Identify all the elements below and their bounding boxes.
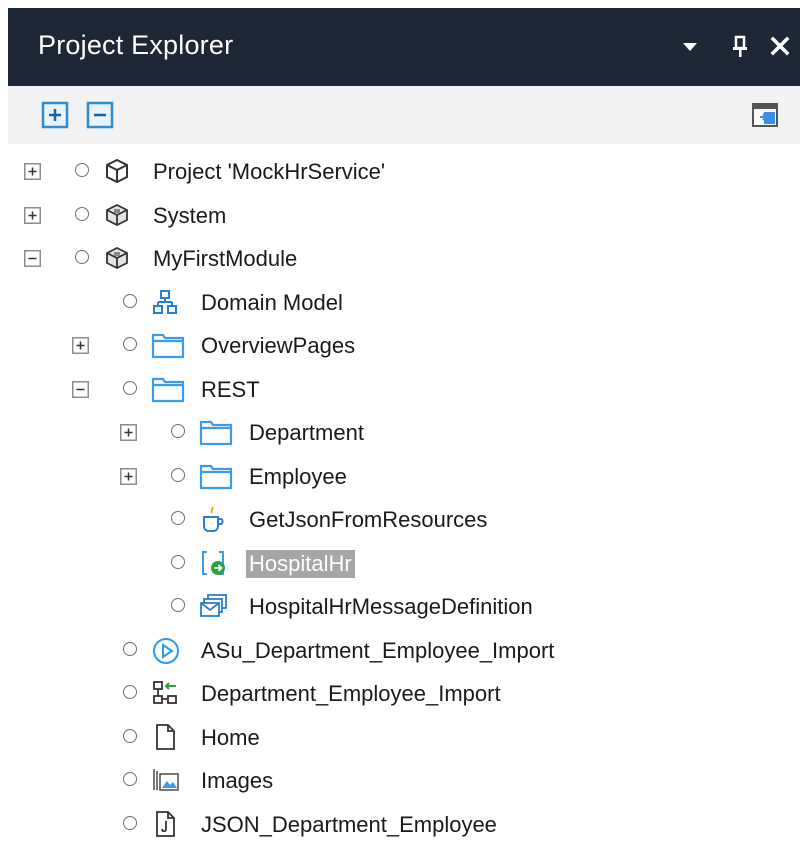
- tree-item-label[interactable]: REST: [198, 376, 263, 404]
- images-icon: [151, 766, 179, 794]
- tree-item-label[interactable]: Project 'MockHrService': [150, 158, 388, 186]
- radio-circle-icon[interactable]: [171, 467, 185, 482]
- radio-circle-icon[interactable]: [171, 424, 185, 438]
- tree-item-label[interactable]: ASu_Department_Employee_Import: [198, 637, 557, 665]
- tree-row[interactable]: HospitalHr: [0, 543, 800, 583]
- pin-icon[interactable]: [725, 28, 755, 64]
- tree-row[interactable]: REST: [0, 369, 800, 409]
- radio-circle-icon[interactable]: [123, 641, 137, 656]
- radio-circle-icon[interactable]: [123, 293, 137, 308]
- expand-all-icon[interactable]: [40, 100, 70, 130]
- tree-item-label[interactable]: System: [150, 202, 229, 230]
- page-icon: [151, 723, 179, 751]
- folder-icon: [199, 462, 233, 490]
- radio-circle-icon[interactable]: [171, 598, 185, 612]
- json-structure-icon: [151, 810, 179, 838]
- tree-item-label[interactable]: Department_Employee_Import: [198, 680, 504, 708]
- radio-circle-icon[interactable]: [123, 772, 137, 786]
- dropdown-arrow-icon[interactable]: [675, 28, 705, 64]
- tree-row[interactable]: ASu_Department_Employee_Import: [0, 630, 800, 670]
- import-mapping-icon: [151, 679, 179, 707]
- collapse-minus-icon[interactable]: [24, 250, 41, 267]
- collapse-minus-icon[interactable]: [72, 380, 89, 398]
- radio-circle-icon[interactable]: [123, 685, 137, 699]
- tree-row[interactable]: System: [0, 195, 800, 235]
- radio-circle-icon[interactable]: [171, 554, 185, 569]
- tree-row[interactable]: Department_Employee_Import: [0, 673, 800, 713]
- tree-item-label[interactable]: Home: [198, 724, 263, 752]
- tree-item-label[interactable]: Domain Model: [198, 289, 346, 317]
- radio-circle-icon[interactable]: [75, 206, 89, 221]
- radio-circle-icon[interactable]: [75, 250, 89, 264]
- sync-editor-icon[interactable]: [750, 100, 780, 130]
- panel-title: Project Explorer: [38, 30, 234, 60]
- radio-circle-icon[interactable]: [123, 337, 137, 351]
- tree-item-label[interactable]: GetJsonFromResources: [246, 506, 490, 534]
- radio-circle-icon[interactable]: [123, 728, 137, 743]
- folder-icon: [199, 418, 233, 446]
- tree-item-label[interactable]: Images: [198, 767, 276, 795]
- panel-title-bar: Project Explorer: [8, 8, 800, 86]
- radio-circle-icon[interactable]: [171, 511, 185, 525]
- expand-plus-icon[interactable]: [120, 467, 137, 485]
- expand-plus-icon[interactable]: [24, 206, 41, 224]
- collapse-all-icon[interactable]: [85, 100, 115, 130]
- tree-item-label[interactable]: Employee: [246, 463, 350, 491]
- java-action-icon: [199, 505, 227, 533]
- tree-item-label[interactable]: HospitalHr: [246, 549, 355, 578]
- tree-row[interactable]: Department: [0, 412, 800, 452]
- message-definition-icon: [199, 592, 227, 620]
- domain-model-icon: [151, 288, 179, 316]
- tree-item-label[interactable]: Department: [246, 419, 367, 447]
- tree-item-label[interactable]: HospitalHrMessageDefinition: [246, 593, 536, 621]
- tree-row[interactable]: MyFirstModule: [0, 238, 800, 278]
- tree-row[interactable]: Project 'MockHrService': [0, 151, 800, 191]
- project-tree: Project 'MockHrService' System MyFirstModu…: [0, 144, 800, 860]
- radio-circle-icon[interactable]: [123, 815, 137, 830]
- tree-row[interactable]: Employee: [0, 456, 800, 496]
- module-icon: [103, 244, 131, 272]
- folder-icon: [151, 375, 185, 403]
- project-cube-icon: [103, 157, 131, 185]
- radio-circle-icon[interactable]: [75, 163, 89, 177]
- close-icon[interactable]: [765, 28, 795, 64]
- tree-row[interactable]: Domain Model: [0, 282, 800, 322]
- tree-item-label[interactable]: MyFirstModule: [150, 245, 300, 273]
- published-service-icon: [199, 549, 227, 577]
- tree-item-label[interactable]: OverviewPages: [198, 332, 358, 360]
- folder-icon: [151, 331, 185, 359]
- tree-row[interactable]: JSON_Department_Employee: [0, 804, 800, 844]
- expand-plus-icon[interactable]: [120, 424, 137, 441]
- tree-row[interactable]: Images: [0, 760, 800, 800]
- tree-item-label[interactable]: JSON_Department_Employee: [198, 811, 500, 839]
- module-icon: [103, 201, 131, 229]
- radio-circle-icon[interactable]: [123, 380, 137, 395]
- tree-row[interactable]: HospitalHrMessageDefinition: [0, 586, 800, 626]
- expand-plus-icon[interactable]: [72, 337, 89, 354]
- tree-row[interactable]: OverviewPages: [0, 325, 800, 365]
- tree-row[interactable]: GetJsonFromResources: [0, 499, 800, 539]
- explorer-toolbar: [8, 86, 800, 144]
- tree-row[interactable]: Home: [0, 717, 800, 757]
- after-startup-icon: [151, 636, 179, 664]
- expand-plus-icon[interactable]: [24, 163, 41, 180]
